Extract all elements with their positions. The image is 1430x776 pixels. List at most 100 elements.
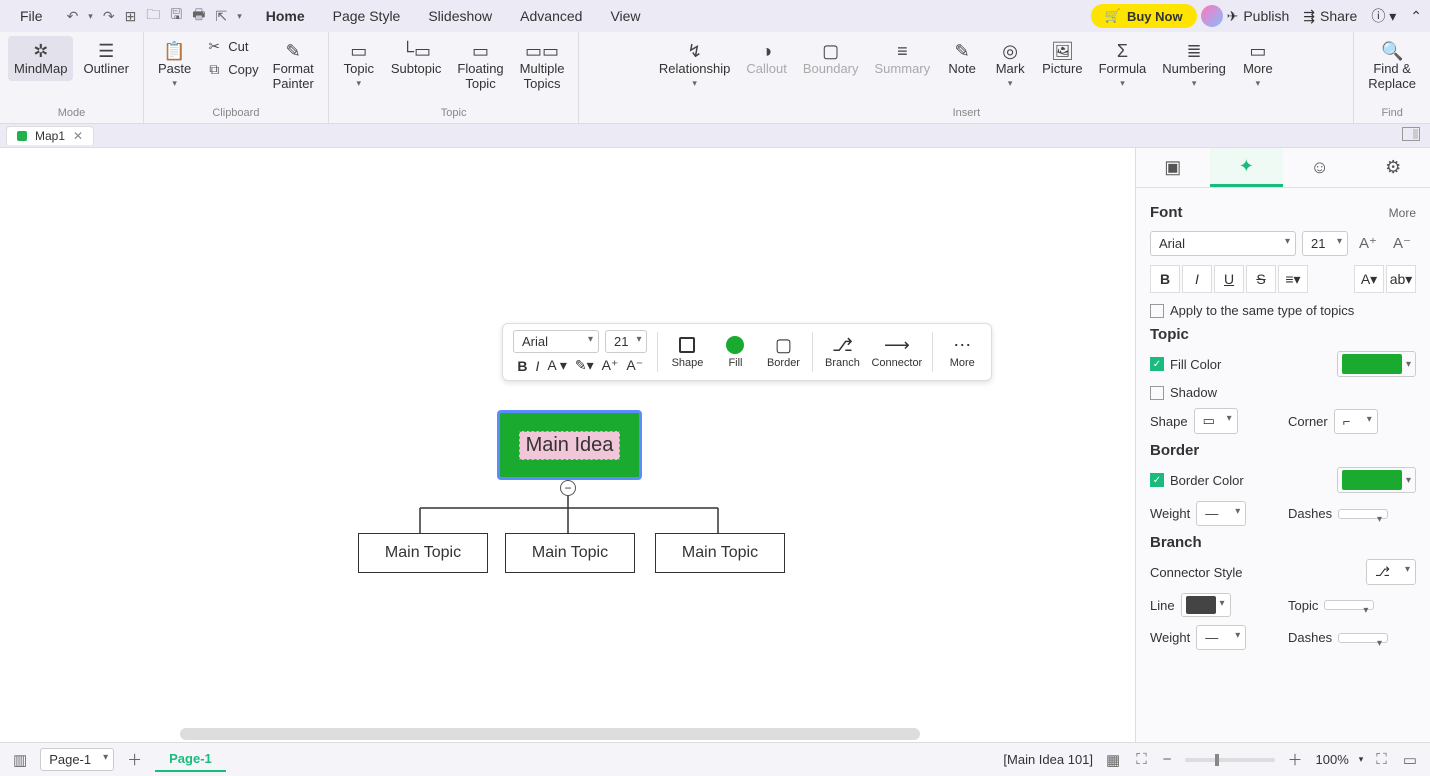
branch-dashes-select[interactable] (1338, 633, 1388, 643)
home-tab[interactable]: Home (254, 4, 317, 28)
float-more-button[interactable]: ⋯More (943, 335, 981, 369)
numbering-button[interactable]: ≣Numbering▾ (1156, 36, 1232, 93)
shape-select[interactable]: ▭ (1194, 408, 1238, 434)
new-icon[interactable]: ⊞ (125, 8, 137, 25)
highlight-button[interactable]: ab▾ (1386, 265, 1416, 293)
copy-button[interactable]: ⧉Copy (201, 59, 262, 80)
panel-tab-settings[interactable]: ⚙ (1357, 148, 1430, 187)
panel-tab-icon[interactable]: ☺ (1283, 148, 1357, 187)
fullscreen-icon[interactable]: ⛶ (1373, 751, 1390, 768)
publish-button[interactable]: ✈Publish (1227, 8, 1290, 25)
decrease-font-button[interactable]: A⁻ (1388, 229, 1416, 257)
redo-icon[interactable]: ↷ (103, 8, 115, 25)
connector-style-select[interactable]: ⎇ (1366, 559, 1416, 585)
page-list-icon[interactable]: ▥ (10, 751, 30, 769)
shadow-checkbox[interactable] (1150, 386, 1164, 400)
float-fill-button[interactable]: Fill (716, 335, 754, 369)
float-connector-button[interactable]: ⟶Connector (871, 335, 922, 369)
subtopic-button[interactable]: └▭Subtopic (385, 36, 448, 81)
help-button[interactable]: ⓘ ▾ (1371, 6, 1396, 26)
file-menu[interactable]: File (8, 4, 55, 28)
mindmap-button[interactable]: ✲MindMap (8, 36, 73, 81)
strike-button[interactable]: S (1246, 265, 1276, 293)
float-increase-font-button[interactable]: A⁺ (602, 357, 619, 374)
topic-node[interactable]: Main Topic (505, 533, 635, 573)
panel-tab-style[interactable]: ✦ (1210, 148, 1284, 187)
picture-button[interactable]: 🖼Picture (1036, 36, 1088, 81)
zoom-value[interactable]: 100% (1316, 752, 1349, 767)
callout-button[interactable]: ◑Callout (740, 36, 792, 81)
save-icon[interactable]: 🖫 (170, 4, 182, 28)
advanced-tab[interactable]: Advanced (508, 4, 594, 28)
increase-font-button[interactable]: A⁺ (1354, 229, 1382, 257)
align-button[interactable]: ≡▾ (1278, 265, 1308, 293)
find-replace-button[interactable]: 🔍Find & Replace (1362, 36, 1422, 96)
add-page-icon[interactable]: ＋ (124, 749, 145, 770)
paste-button[interactable]: 📋Paste▾ (152, 36, 197, 93)
border-color-swatch[interactable] (1337, 467, 1416, 493)
share-button[interactable]: ⇶Share (1303, 8, 1357, 25)
border-color-checkbox[interactable]: ✓ (1150, 473, 1164, 487)
view-tab[interactable]: View (598, 4, 652, 28)
fill-color-checkbox[interactable]: ✓ (1150, 357, 1164, 371)
branch-topic-select[interactable] (1324, 600, 1374, 610)
zoom-slider[interactable] (1185, 758, 1275, 762)
corner-select[interactable]: ⌐ (1334, 409, 1378, 434)
float-size-select[interactable]: 21 (605, 330, 647, 353)
float-branch-button[interactable]: ⎇Branch (823, 335, 861, 369)
note-button[interactable]: ✎Note (940, 36, 984, 81)
topic-node[interactable]: Main Topic (358, 533, 488, 573)
underline-button[interactable]: U (1214, 265, 1244, 293)
formula-button[interactable]: ΣFormula▾ (1093, 36, 1153, 93)
summary-button[interactable]: ≡Summary (869, 36, 937, 81)
buy-now-button[interactable]: 🛒 Buy Now (1091, 4, 1197, 28)
page-tab[interactable]: Page-1 (155, 747, 226, 772)
apply-same-row[interactable]: Apply to the same type of topics (1150, 303, 1416, 318)
avatar[interactable] (1201, 5, 1223, 27)
print-icon[interactable]: 🖶 (192, 4, 205, 28)
topic-node[interactable]: Main Topic (655, 533, 785, 573)
float-font-select[interactable]: Arial (513, 330, 599, 353)
collapse-ribbon-icon[interactable]: ⌃ (1410, 8, 1422, 25)
page-style-tab[interactable]: Page Style (321, 4, 413, 28)
main-idea-text[interactable]: Main Idea (519, 431, 621, 460)
canvas[interactable]: Arial 21 B I A ▾ ✎▾ A⁺ A⁻ Shape Fill ▢Bo… (0, 148, 1135, 742)
panel-tab-outline[interactable]: ▣ (1136, 148, 1210, 187)
border-dashes-select[interactable] (1338, 509, 1388, 519)
fill-color-swatch[interactable] (1337, 351, 1416, 377)
undo-icon[interactable]: ↶ (67, 8, 79, 25)
floating-topic-button[interactable]: ▭Floating Topic (451, 36, 509, 96)
zoom-in-icon[interactable]: ＋ (1285, 749, 1306, 770)
zoom-out-icon[interactable]: − (1160, 751, 1175, 768)
italic-button[interactable]: I (1182, 265, 1212, 293)
float-decrease-font-button[interactable]: A⁻ (626, 357, 643, 374)
border-weight-select[interactable]: — (1196, 501, 1246, 526)
mark-button[interactable]: ◎Mark▾ (988, 36, 1032, 93)
font-more-link[interactable]: More (1389, 206, 1416, 220)
branch-weight-select[interactable]: — (1196, 625, 1246, 650)
boundary-button[interactable]: ▢Boundary (797, 36, 865, 81)
page-selector[interactable]: Page-1 (40, 748, 114, 771)
open-icon[interactable]: 🗀 (146, 4, 160, 28)
float-highlight-button[interactable]: ✎▾ (575, 357, 594, 374)
bold-button[interactable]: B (1150, 265, 1180, 293)
multiple-topics-button[interactable]: ▭▭Multiple Topics (514, 36, 571, 96)
main-idea-node[interactable]: Main Idea (497, 410, 642, 480)
relationship-button[interactable]: ↯Relationship▾ (653, 36, 737, 93)
undo-dropdown-icon[interactable]: ▾ (88, 11, 93, 22)
line-color-select[interactable] (1181, 593, 1231, 617)
panel-toggle-icon[interactable] (1402, 127, 1420, 141)
document-tab[interactable]: Map1 ✕ (6, 126, 94, 145)
float-shape-button[interactable]: Shape (668, 335, 706, 369)
export-icon[interactable]: ⇱ (215, 8, 227, 25)
font-family-select[interactable]: Arial (1150, 231, 1296, 256)
layout-icon[interactable]: ▭ (1400, 751, 1420, 769)
close-tab-icon[interactable]: ✕ (73, 129, 83, 143)
collapse-node-icon[interactable]: − (560, 480, 576, 496)
float-font-color-button[interactable]: A ▾ (547, 357, 566, 374)
more-insert-button[interactable]: ▭More▾ (1236, 36, 1280, 93)
font-size-select[interactable]: 21 (1302, 231, 1348, 256)
format-painter-button[interactable]: ✎Format Painter (267, 36, 320, 96)
cut-button[interactable]: ✂Cut (201, 36, 262, 57)
presentation-icon[interactable]: ▦ (1103, 751, 1123, 769)
